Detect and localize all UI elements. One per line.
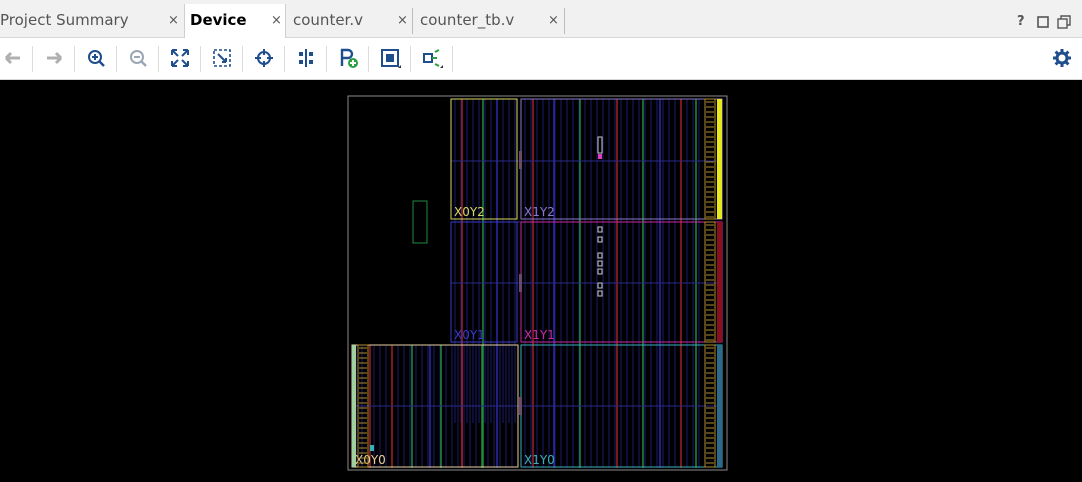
toolbar-divider — [410, 46, 411, 72]
placed-cell — [597, 226, 603, 233]
tab-label: counter.v — [293, 11, 363, 29]
placed-cell — [598, 154, 602, 159]
clock-region-label: X0Y2 — [454, 205, 485, 219]
toolbar-divider — [200, 46, 201, 72]
toolbar-divider — [116, 46, 117, 72]
placed-cell — [412, 200, 428, 244]
tab-counter-v[interactable]: counter.v × — [287, 4, 413, 37]
place-ports-icon[interactable] — [336, 46, 360, 70]
placed-cell — [370, 445, 374, 451]
zoom-in-icon[interactable] — [84, 46, 108, 70]
placed-cell — [597, 282, 603, 289]
io-bank — [704, 98, 716, 220]
toolbar-divider — [284, 46, 285, 72]
close-icon[interactable]: × — [548, 13, 559, 28]
close-icon[interactable]: × — [168, 13, 179, 28]
io-bank — [704, 221, 716, 343]
close-icon[interactable]: × — [271, 13, 282, 28]
clock-region-label: X1Y2 — [524, 205, 555, 219]
zoom-fit-icon[interactable] — [168, 46, 192, 70]
clock-buffer — [519, 151, 522, 169]
toolbar-divider — [74, 46, 75, 72]
settings-icon[interactable] — [1050, 46, 1074, 70]
zoom-selection-icon[interactable] — [210, 46, 234, 70]
clock-buffer — [519, 274, 522, 292]
close-icon[interactable]: × — [397, 13, 408, 28]
toolbar-divider — [452, 46, 453, 72]
tab-counter-tb-v[interactable]: counter_tb.v × — [414, 4, 564, 37]
highlighted-io-column — [717, 99, 722, 219]
placed-cell — [597, 268, 603, 275]
device-view[interactable]: X0Y2 X1Y2 X0Y1 X1Y1 X0Y0 X1Y0 — [0, 81, 1082, 482]
tab-divider — [412, 8, 413, 34]
placed-cell — [597, 136, 603, 154]
placed-cell — [597, 290, 603, 297]
clock-region-label: X0Y1 — [454, 328, 485, 342]
restore-icon[interactable] — [1037, 16, 1049, 32]
select-cells-icon[interactable] — [420, 46, 444, 70]
back-icon[interactable] — [1, 46, 25, 70]
fabric-columns — [352, 99, 722, 468]
clock-buffer — [519, 397, 522, 415]
device-floorplan[interactable]: X0Y2 X1Y2 X0Y1 X1Y1 X0Y0 X1Y0 — [0, 81, 1082, 482]
toolbar-divider — [368, 46, 369, 72]
forward-icon[interactable] — [42, 46, 66, 70]
crosshair-icon[interactable] — [252, 46, 276, 70]
io-column — [717, 345, 722, 467]
clock-region-label: X1Y0 — [524, 453, 555, 467]
tab-label: Project Summary — [0, 11, 129, 29]
io-column — [717, 222, 722, 342]
io-column — [352, 345, 356, 467]
tab-device[interactable]: Device × — [184, 4, 286, 38]
placed-cell — [597, 260, 603, 267]
placed-cell — [597, 252, 603, 259]
toolbar-divider — [158, 46, 159, 72]
tab-label: counter_tb.v — [420, 11, 515, 29]
placed-cell — [597, 236, 603, 243]
routing-resources-icon[interactable] — [378, 46, 402, 70]
help-icon[interactable]: ? — [1017, 14, 1025, 29]
device-toolbar — [0, 38, 1082, 80]
editor-tab-bar: Project Summary × Device × counter.v × c… — [0, 0, 1082, 38]
tab-divider — [564, 8, 565, 34]
toolbar-divider — [242, 46, 243, 72]
align-icon[interactable] — [294, 46, 318, 70]
tab-label: Device — [190, 11, 247, 29]
zoom-out-icon[interactable] — [126, 46, 150, 70]
tab-project-summary[interactable]: Project Summary × — [0, 4, 183, 37]
toolbar-divider — [32, 46, 33, 72]
toolbar-divider — [326, 46, 327, 72]
clock-region-label: X1Y1 — [524, 328, 555, 342]
maximize-icon[interactable] — [1057, 15, 1071, 33]
clock-region-label: X0Y0 — [355, 453, 386, 467]
